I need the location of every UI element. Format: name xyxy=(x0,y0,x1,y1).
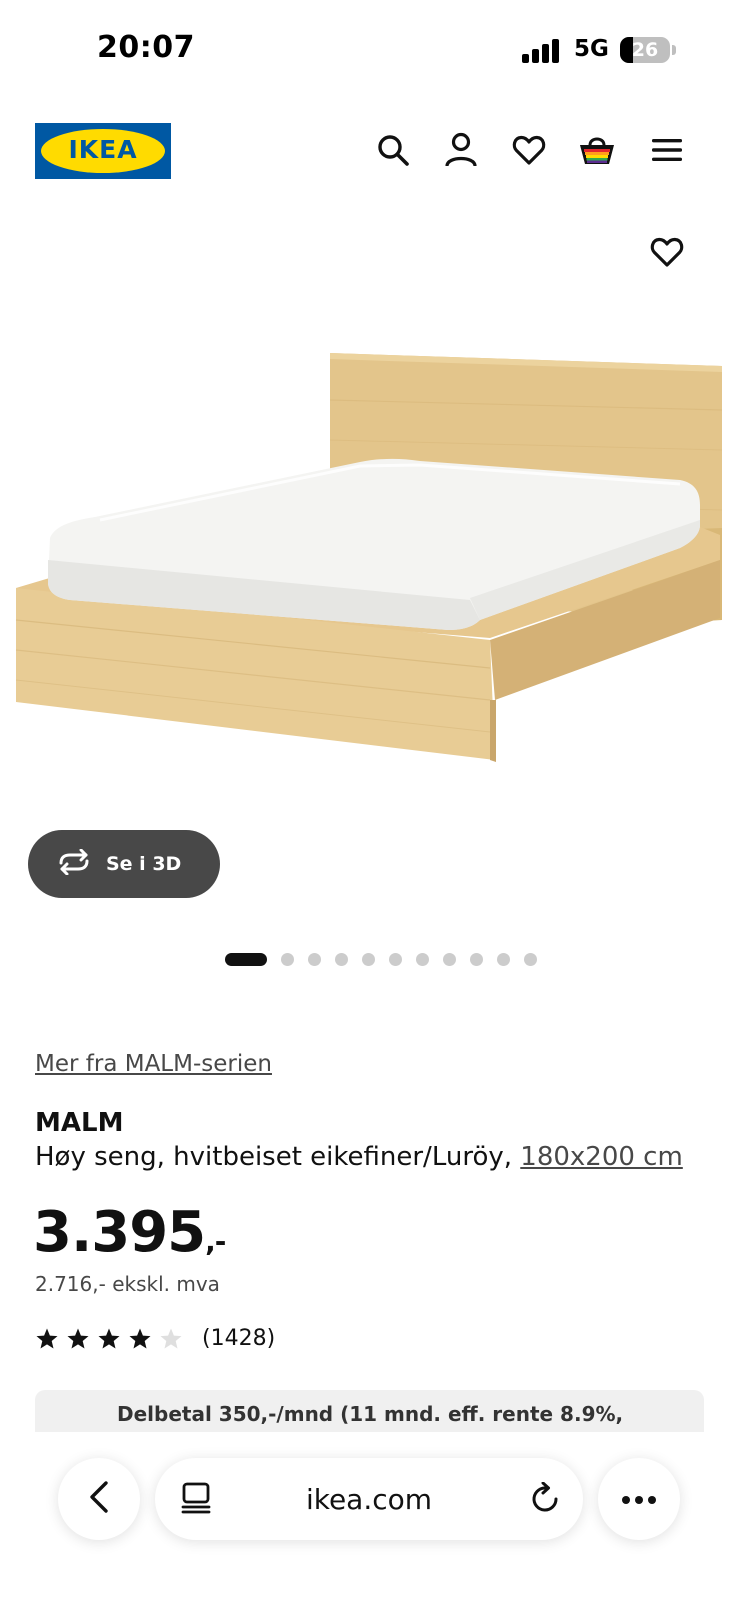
price-suffix: ,- xyxy=(205,1225,226,1258)
review-count[interactable]: (1428) xyxy=(202,1326,275,1351)
rating-stars xyxy=(35,1327,190,1351)
pagination-dot-active[interactable] xyxy=(225,952,267,966)
star-filled-icon xyxy=(129,1328,151,1348)
url-text: ikea.com xyxy=(305,1483,433,1516)
account-icon[interactable] xyxy=(441,130,481,170)
pagination-dot[interactable] xyxy=(389,952,402,966)
product-description: Høy seng, hvitbeiset eikefiner/Luröy, 18… xyxy=(35,1142,683,1172)
favourites-icon[interactable] xyxy=(509,130,549,170)
back-chevron-icon xyxy=(88,1480,110,1518)
view-in-3d-label: Se i 3D xyxy=(106,853,182,875)
rotate-3d-icon xyxy=(56,848,92,879)
more-dots-icon xyxy=(621,1490,657,1509)
product-name: MALM xyxy=(35,1108,124,1138)
save-to-favourites-icon[interactable] xyxy=(650,236,690,276)
size-link[interactable]: 180x200 cm xyxy=(520,1142,683,1172)
menu-icon[interactable] xyxy=(647,130,687,170)
reload-icon[interactable] xyxy=(531,1481,561,1518)
star-filled-icon xyxy=(36,1328,58,1348)
star-filled-icon xyxy=(98,1328,120,1348)
search-icon[interactable] xyxy=(373,130,413,170)
image-pagination[interactable] xyxy=(225,952,551,966)
address-bar[interactable]: ikea.com xyxy=(155,1458,583,1540)
ikea-logo[interactable]: IKEA xyxy=(35,123,171,179)
pagination-dot[interactable] xyxy=(470,952,483,966)
status-bar: 20:07 5G 26 xyxy=(0,0,738,100)
network-type: 5G xyxy=(574,36,609,62)
series-link[interactable]: Mer fra MALM-serien xyxy=(35,1051,272,1077)
battery-percentage: 26 xyxy=(631,39,659,61)
star-filled-icon xyxy=(67,1328,89,1348)
price-excluding-vat: 2.716,- ekskl. mva xyxy=(35,1272,220,1296)
pagination-dot[interactable] xyxy=(416,952,429,966)
pagination-dot[interactable] xyxy=(335,952,348,966)
product-description-text: Høy seng, hvitbeiset eikefiner/Luröy, xyxy=(35,1142,513,1172)
pagination-dot[interactable] xyxy=(443,952,456,966)
battery-icon: 26 xyxy=(620,37,670,63)
star-empty-icon xyxy=(160,1328,182,1348)
logo-text: IKEA xyxy=(68,135,138,164)
battery-tip xyxy=(672,45,676,55)
status-time: 20:07 xyxy=(97,30,195,65)
basket-icon[interactable] xyxy=(577,130,617,170)
pagination-dot[interactable] xyxy=(281,952,294,966)
cellular-signal-icon xyxy=(522,37,564,63)
back-button[interactable] xyxy=(58,1458,140,1540)
price-amount: 3.395 xyxy=(33,1200,206,1265)
product-rating[interactable]: (1428) xyxy=(35,1326,275,1351)
pagination-dot[interactable] xyxy=(524,952,537,966)
pagination-dot[interactable] xyxy=(308,952,321,966)
pagination-dot[interactable] xyxy=(497,952,510,966)
product-price: 3.395,- xyxy=(33,1200,226,1265)
view-in-3d-button[interactable]: Se i 3D xyxy=(28,830,220,898)
finance-text: Delbetal 350,-/mnd (11 mnd. eff. rente 8… xyxy=(117,1402,624,1426)
product-image[interactable] xyxy=(0,220,738,820)
more-options-button[interactable] xyxy=(598,1458,680,1540)
pagination-dot[interactable] xyxy=(362,952,375,966)
